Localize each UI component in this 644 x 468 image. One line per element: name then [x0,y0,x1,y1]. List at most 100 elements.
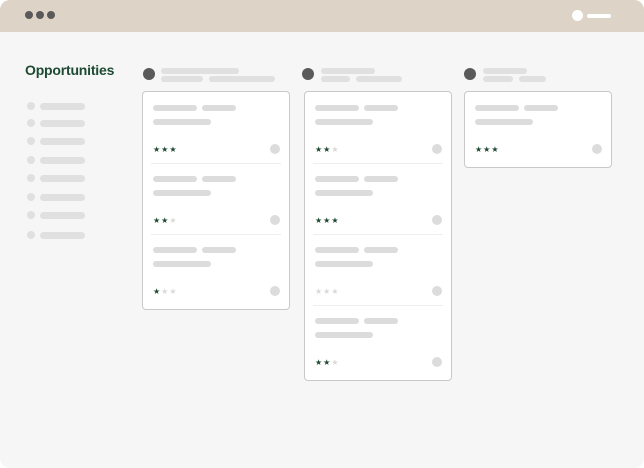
assignee-avatar-icon[interactable] [270,286,280,296]
star-empty-icon: ★ [169,287,178,296]
assignee-avatar-icon[interactable] [432,286,442,296]
assignee-avatar-icon[interactable] [270,144,280,154]
sidebar-item[interactable] [27,101,87,111]
card-subtitle-placeholder [475,119,533,125]
card-title-placeholder [315,318,359,324]
card-divider [313,305,443,306]
card-title-placeholder [364,105,398,111]
sidebar-item-icon [27,156,35,164]
sidebar-item-label [40,232,85,239]
column-avatar-icon [302,68,314,80]
column-title-placeholder [161,68,239,74]
assignee-avatar-icon[interactable] [432,357,442,367]
sidebar-item[interactable] [27,155,87,165]
star-filled-icon: ★ [491,145,500,154]
rating-stars: ★★★ [315,288,340,296]
card-divider [151,163,281,164]
column-card-list: ★★★ ★★★ ★★★ [142,91,290,310]
sidebar-item-label [40,138,85,145]
sidebar-item-icon [27,119,35,127]
assignee-avatar-icon[interactable] [270,215,280,225]
card-title-placeholder [524,105,558,111]
sidebar-item-label [40,175,85,182]
star-filled-icon: ★ [315,145,324,154]
card-subtitle-placeholder [315,261,373,267]
card-title-placeholder [153,176,197,182]
card-title-placeholder [153,247,197,253]
window-control-dot[interactable] [36,11,44,19]
card-title-placeholder [315,176,359,182]
user-avatar-icon[interactable] [572,10,583,21]
sidebar-item[interactable] [27,118,87,128]
card-title-placeholder [202,105,236,111]
sidebar-item-label [40,103,85,110]
card-subtitle-placeholder [153,261,211,267]
star-empty-icon: ★ [331,145,340,154]
card-subtitle-placeholder [153,119,211,125]
star-filled-icon: ★ [475,145,484,154]
star-filled-icon: ★ [315,358,324,367]
star-filled-icon: ★ [153,145,162,154]
assignee-avatar-icon[interactable] [592,144,602,154]
column-subtitle-placeholder [321,76,350,82]
rating-stars: ★★★ [475,146,500,154]
card-title-placeholder [315,105,359,111]
column-card-list: ★★★ ★★★ ★★★ ★★★ [304,91,452,381]
column-title-placeholder [321,68,375,74]
menu-icon[interactable] [587,14,611,18]
card-divider [313,163,443,164]
rating-stars: ★★★ [153,288,178,296]
rating-stars: ★★★ [315,217,340,225]
sidebar-item-label [40,194,85,201]
star-filled-icon: ★ [153,287,162,296]
assignee-avatar-icon[interactable] [432,215,442,225]
sidebar-item[interactable] [27,230,87,240]
card-title-placeholder [364,318,398,324]
star-filled-icon: ★ [315,216,324,225]
card-subtitle-placeholder [315,332,373,338]
star-empty-icon: ★ [331,287,340,296]
title-bar [0,0,644,32]
rating-stars: ★★★ [153,217,178,225]
sidebar-item-icon [27,137,35,145]
star-empty-icon: ★ [169,216,178,225]
card-title-placeholder [364,247,398,253]
column-avatar-icon [143,68,155,80]
card-title-placeholder [315,247,359,253]
star-empty-icon: ★ [331,358,340,367]
column-subtitle-placeholder [161,76,203,82]
sidebar-item[interactable] [27,136,87,146]
card-title-placeholder [202,176,236,182]
assignee-avatar-icon[interactable] [432,144,442,154]
app-window: Opportunities ★★★ ★★★ ★★★ ★★★ ★★★ ★★★ ★★★ ★★★ [0,0,644,468]
sidebar-item-icon [27,231,35,239]
sidebar-item-icon [27,211,35,219]
rating-stars: ★★★ [315,146,340,154]
sidebar-item-icon [27,174,35,182]
rating-stars: ★★★ [153,146,178,154]
sidebar-item[interactable] [27,210,87,220]
sidebar-item[interactable] [27,192,87,202]
card-title-placeholder [153,105,197,111]
column-card-list: ★★★ [464,91,612,168]
column-title-placeholder [483,68,527,74]
sidebar-item-label [40,157,85,164]
card-title-placeholder [364,176,398,182]
column-subtitle-placeholder [209,76,275,82]
column-subtitle-placeholder [356,76,402,82]
card-subtitle-placeholder [153,190,211,196]
card-subtitle-placeholder [315,190,373,196]
window-control-dot[interactable] [47,11,55,19]
star-empty-icon: ★ [315,287,324,296]
window-control-dot[interactable] [25,11,33,19]
sidebar-item-label [40,212,85,219]
sidebar-item[interactable] [27,173,87,183]
star-filled-icon: ★ [331,216,340,225]
sidebar-item-label [40,120,85,127]
column-subtitle-placeholder [519,76,546,82]
rating-stars: ★★★ [315,359,340,367]
page-title: Opportunities [25,62,115,78]
column-subtitle-placeholder [483,76,513,82]
sidebar-item-icon [27,193,35,201]
card-divider [313,234,443,235]
